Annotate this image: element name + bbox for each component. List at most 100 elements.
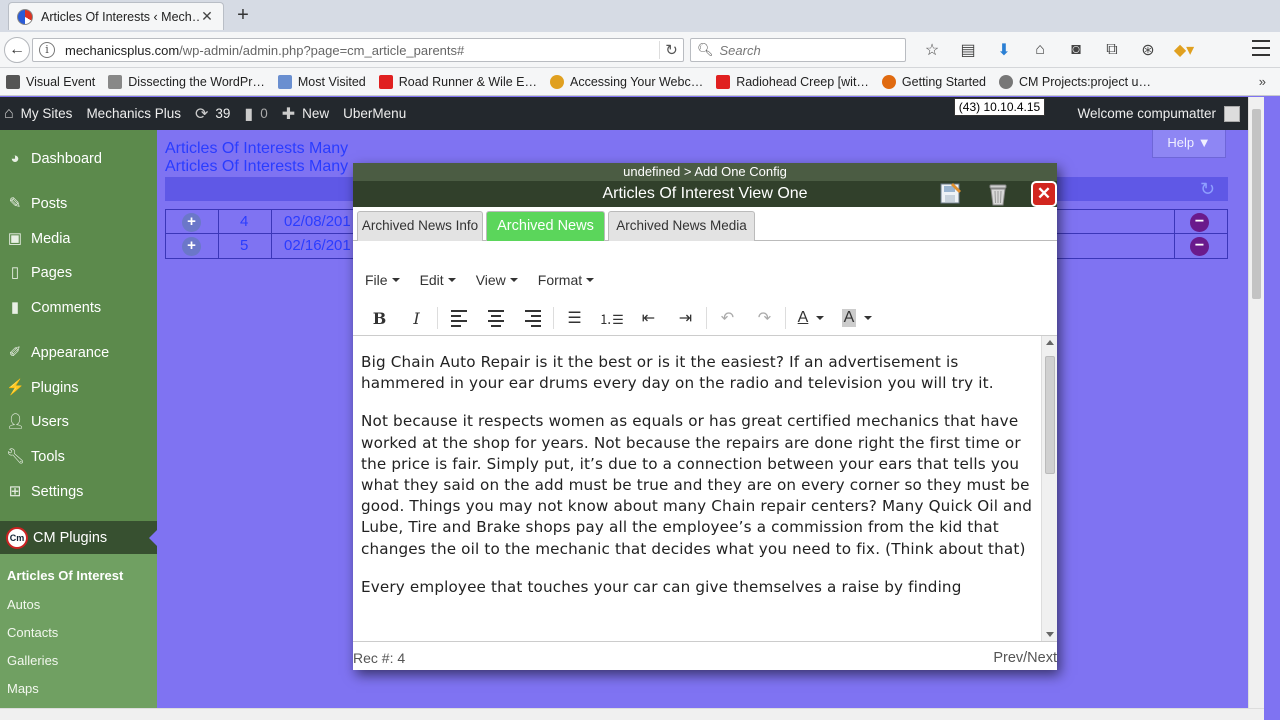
- tab-archived-news-media[interactable]: Archived News Media: [608, 211, 755, 241]
- text-color-button[interactable]: A: [788, 304, 834, 332]
- bookmark-label: Visual Event: [26, 74, 96, 89]
- comments-menu[interactable]: ▮ 0: [244, 104, 267, 124]
- sidebar-item-settings[interactable]: ⊞ Settings: [0, 475, 157, 509]
- site-name-menu[interactable]: Mechanics Plus: [86, 106, 181, 121]
- back-arrow-icon[interactable]: ←: [4, 37, 30, 63]
- menu-icon[interactable]: [1252, 40, 1270, 56]
- prev-next-link[interactable]: Prev/Next: [993, 650, 1057, 666]
- bookmark-item[interactable]: Visual Event: [6, 74, 96, 89]
- sidebar-item-cm-plugins[interactable]: Cm CM Plugins: [0, 521, 157, 555]
- bookmark-item[interactable]: Dissecting the WordPr…: [108, 74, 265, 89]
- redo-button[interactable]: ↷: [746, 304, 783, 332]
- updates-menu[interactable]: ⟳ 39: [195, 104, 230, 124]
- indent-button[interactable]: ⇥: [667, 304, 704, 332]
- delete-minus-icon[interactable]: −: [1190, 237, 1209, 256]
- close-tab-icon[interactable]: ✕: [199, 8, 215, 25]
- bookmark-item[interactable]: Accessing Your Webc…: [550, 74, 703, 89]
- menu-edit[interactable]: Edit: [420, 272, 456, 288]
- horizontal-scrollbar[interactable]: [0, 708, 1264, 720]
- dashboard-icon: ◕: [10, 150, 20, 167]
- sidebar-item-users[interactable]: 👤︎ Users: [0, 405, 157, 439]
- bookmark-item[interactable]: Radiohead Creep [wit…: [716, 74, 869, 89]
- site-info-icon[interactable]: i: [39, 42, 55, 58]
- tab-archived-news-info[interactable]: Archived News Info: [357, 211, 483, 241]
- submenu-item-articles[interactable]: Articles Of Interest: [7, 568, 123, 583]
- page-scrollbar[interactable]: [1248, 97, 1264, 708]
- sidebar-item-plugins[interactable]: ⚡ Plugins: [0, 371, 157, 405]
- align-left-button[interactable]: [440, 304, 477, 332]
- scrollbar-thumb[interactable]: [1252, 109, 1261, 299]
- browser-nav-bar: ← i mechanicsplus.com/wp-admin/admin.php…: [0, 32, 1280, 68]
- bookmark-item[interactable]: Most Visited: [277, 74, 366, 89]
- scrollbar-thumb[interactable]: [1045, 356, 1055, 474]
- menu-format[interactable]: Format: [538, 272, 595, 288]
- submenu-item-contacts[interactable]: Contacts: [7, 625, 58, 640]
- new-tab-icon[interactable]: +: [232, 4, 254, 27]
- plus-icon: ✚: [281, 105, 296, 123]
- addon-icon[interactable]: ⊛: [1130, 40, 1166, 60]
- reading-list-icon[interactable]: ▤: [950, 40, 986, 60]
- background-color-button[interactable]: A: [834, 304, 880, 332]
- scroll-down-icon[interactable]: [1046, 632, 1054, 637]
- my-sites-menu[interactable]: ⌂ My Sites: [4, 105, 72, 123]
- expand-plus-icon[interactable]: +: [182, 237, 201, 256]
- editor-scrollbar[interactable]: [1041, 336, 1057, 641]
- more-bookmarks-icon[interactable]: »: [1259, 74, 1266, 89]
- outdent-button[interactable]: ⇤: [630, 304, 667, 332]
- download-arrow-icon[interactable]: ⬇: [986, 40, 1022, 60]
- browser-tab[interactable]: Articles Of Interests ‹ Mech… ✕: [8, 2, 224, 30]
- sites-icon: ⌂: [4, 104, 14, 122]
- bookmark-item[interactable]: Getting Started: [881, 74, 986, 89]
- bookmark-label: Dissecting the WordPr…: [128, 74, 265, 89]
- bookmark-item[interactable]: CM Projects:project u…: [999, 74, 1151, 89]
- sidebar-item-posts[interactable]: ✎ Posts: [0, 187, 157, 221]
- address-bar[interactable]: i mechanicsplus.com/wp-admin/admin.php?p…: [32, 38, 684, 62]
- sidebar-item-media[interactable]: ▣ Media: [0, 222, 157, 256]
- close-icon[interactable]: ✕: [1031, 181, 1057, 207]
- italic-button[interactable]: I: [398, 304, 435, 332]
- help-button[interactable]: Help ▼: [1152, 130, 1226, 158]
- pocket-icon[interactable]: ◙: [1058, 41, 1094, 59]
- bullet-list-button[interactable]: ☰: [556, 304, 593, 332]
- submenu-item-galleries[interactable]: Galleries: [7, 653, 58, 668]
- delete-minus-icon[interactable]: −: [1190, 213, 1209, 232]
- search-icon: 🔍︎: [697, 42, 714, 57]
- sidebar-item-label: Users: [31, 414, 69, 430]
- bookmark-star-icon[interactable]: ☆: [914, 40, 950, 60]
- reload-icon[interactable]: ↻: [659, 41, 683, 59]
- menu-file[interactable]: File: [365, 272, 400, 288]
- numbered-list-button[interactable]: ⒈☰: [593, 304, 630, 332]
- sidebar-item-comments[interactable]: ▮ Comments: [0, 291, 157, 325]
- sidebar-item-dashboard[interactable]: ◕ Dashboard: [0, 142, 157, 176]
- submenu-item-autos[interactable]: Autos: [7, 597, 40, 612]
- scroll-up-icon[interactable]: [1046, 340, 1054, 345]
- tab-archived-news[interactable]: Archived News: [486, 211, 605, 241]
- bold-button[interactable]: B: [361, 304, 398, 332]
- addon-flag-icon[interactable]: ◆▾: [1166, 40, 1202, 60]
- refresh-icon[interactable]: ↻: [1200, 179, 1215, 200]
- home-icon[interactable]: ⌂: [1022, 41, 1058, 59]
- submenu-item-maps[interactable]: Maps: [7, 681, 39, 696]
- bookmark-item[interactable]: Road Runner & Wile E…: [378, 74, 537, 89]
- trash-icon[interactable]: [987, 182, 1009, 206]
- expand-plus-icon[interactable]: +: [182, 213, 201, 232]
- editor-content[interactable]: Big Chain Auto Repair is it the best or …: [353, 336, 1041, 641]
- new-content-menu[interactable]: ✚ New: [282, 104, 329, 124]
- save-icon[interactable]: [939, 181, 963, 205]
- align-right-button[interactable]: [514, 304, 551, 332]
- browser-tab-bar: Articles Of Interests ‹ Mech… ✕ +: [0, 0, 1280, 32]
- ubermenu-menu[interactable]: UberMenu: [343, 106, 406, 121]
- align-center-button[interactable]: [477, 304, 514, 332]
- caret-down-icon: [509, 278, 518, 282]
- account-menu[interactable]: Welcome compumatter: [1077, 97, 1240, 130]
- search-input[interactable]: 🔍︎ Search: [690, 38, 906, 62]
- sidebar-item-appearance[interactable]: ✐ Appearance: [0, 336, 157, 370]
- menu-view[interactable]: View: [476, 272, 518, 288]
- wrench-icon: 🔧︎: [6, 448, 26, 465]
- sidebar-item-pages[interactable]: ▯ Pages: [0, 256, 157, 290]
- caret-down-icon: [864, 316, 873, 320]
- extension-icon[interactable]: ⧉: [1094, 41, 1130, 59]
- sidebar-item-tools[interactable]: 🔧︎ Tools: [0, 440, 157, 474]
- updates-count: 39: [215, 106, 231, 121]
- undo-button[interactable]: ↶: [709, 304, 746, 332]
